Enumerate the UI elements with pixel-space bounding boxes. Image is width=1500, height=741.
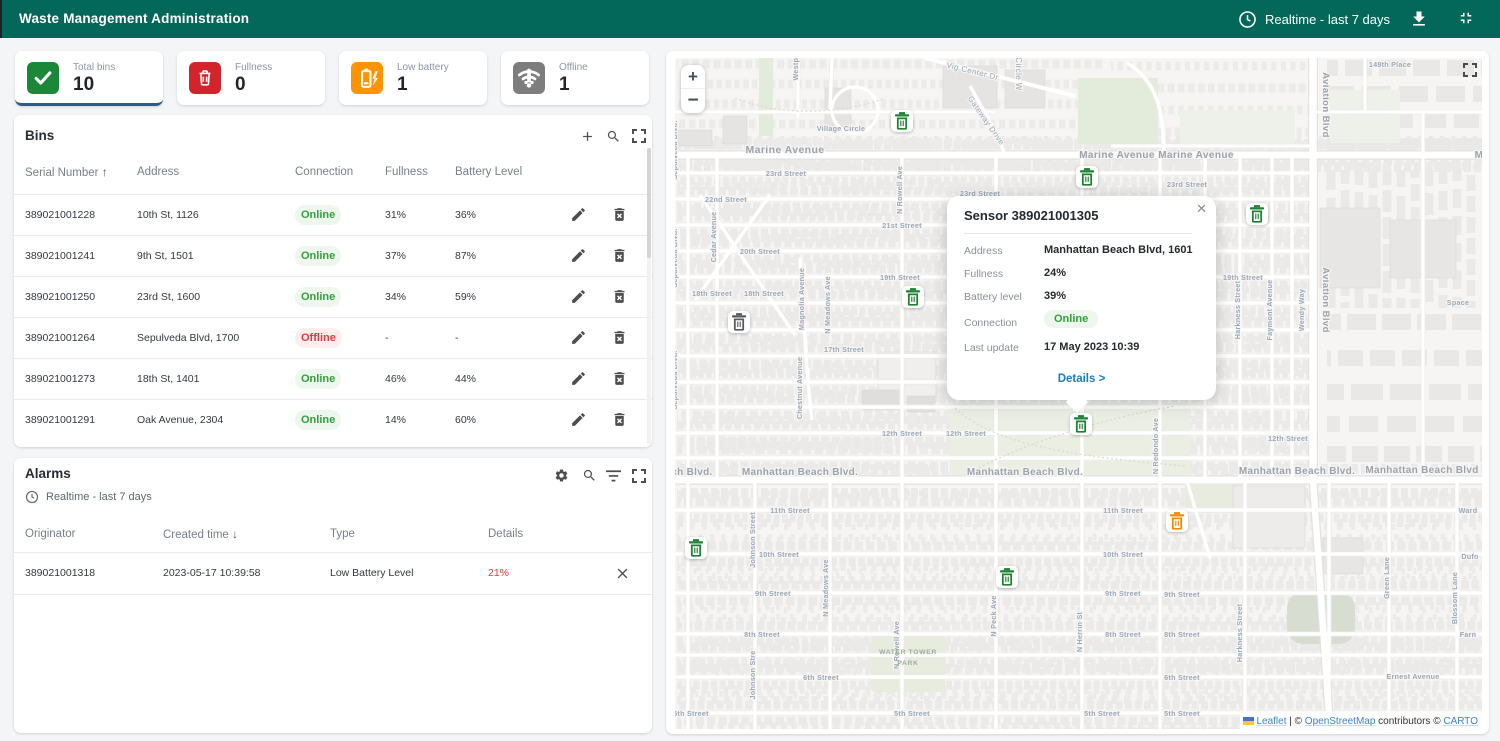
svg-text:N Herrin St: N Herrin St [1075,612,1084,653]
svg-text:12th Street: 12th Street [1268,434,1308,443]
svg-text:Space: Space [1447,298,1469,307]
svg-text:20th Street: 20th Street [740,247,780,256]
svg-text:6th Street: 6th Street [1164,673,1200,682]
svg-text:6th Street: 6th Street [803,673,839,682]
svg-text:8th Street: 8th Street [1105,630,1141,639]
svg-text:8th Street: 8th Street [744,630,780,639]
svg-text:N Peck Ave: N Peck Ave [989,595,998,636]
svg-text:12th Street: 12th Street [882,429,922,438]
svg-text:Farn: Farn [1460,630,1477,639]
svg-text:9th Street: 9th Street [1164,590,1200,599]
svg-text:Marine Avenue: Marine Avenue [745,144,824,156]
svg-text:149th Place: 149th Place [1369,60,1411,69]
svg-text:10th Street: 10th Street [1103,550,1143,559]
svg-text:Manhattan Beach Blvd.: Manhattan Beach Blvd. [967,467,1083,478]
svg-text:5th Street: 5th Street [1164,709,1200,718]
svg-text:Dufo: Dufo [1461,552,1479,561]
svg-text:Manhattan Beach Blvd.: Manhattan Beach Blvd. [1239,466,1355,477]
svg-text:17th Street: 17th Street [824,345,864,354]
svg-text:Manhattan Beach Blvd.: Manhattan Beach Blvd. [742,467,858,478]
svg-text:Circle W: Circle W [1014,58,1023,91]
svg-text:Harkness Street: Harkness Street [1235,603,1244,662]
svg-text:Ward: Ward [1459,506,1478,515]
svg-text:Ernest Avenue: Ernest Avenue [1386,672,1439,681]
svg-text:Sepulveda Blvd.: Sepulveda Blvd. [675,120,679,179]
svg-text:Wendy Way: Wendy Way [1297,289,1306,331]
svg-text:11th Street: 11th Street [770,506,810,515]
svg-text:18th Street: 18th Street [692,289,732,298]
svg-text:9th Street: 9th Street [755,589,791,598]
svg-text:Aviation Blvd: Aviation Blvd [1320,72,1331,138]
svg-text:Johnson Stre: Johnson Stre [748,651,757,700]
svg-text:Marine Avenue: Marine Avenue [1079,150,1155,161]
svg-text:Village Circle: Village Circle [817,124,866,133]
svg-text:Harkness Street: Harkness Street [1233,280,1242,339]
svg-text:Magnolia Avenue: Magnolia Avenue [797,268,806,330]
svg-text:Manhattan Beach Blvd: Manhattan Beach Blvd [1365,465,1478,476]
svg-text:11th Street: 11th Street [1103,506,1143,515]
svg-text:ach Blvd.: ach Blvd. [675,467,713,478]
svg-text:WATER TOWER: WATER TOWER [879,649,937,656]
svg-text:N Meadows Ave: N Meadows Ave [823,276,832,333]
svg-text:N Meadows Ave: N Meadows Ave [821,559,830,616]
svg-text:Marine Avenue: Marine Avenue [1158,150,1234,161]
svg-text:Chestnut Avenue: Chestnut Avenue [795,357,804,419]
svg-text:Westport: Westport [791,58,800,81]
svg-text:Aviation Blvd: Aviation Blvd [1320,267,1331,333]
svg-text:Sepulveda Blvd.: Sepulveda Blvd. [675,350,679,409]
svg-text:21st Street: 21st Street [882,221,922,230]
svg-text:5th Street: 5th Street [675,709,709,718]
svg-text:Marine: Marine [1475,150,1482,161]
svg-text:N Redondo Ave: N Redondo Ave [1151,418,1160,474]
svg-text:18th Street: 18th Street [744,289,784,298]
svg-text:19th Street: 19th Street [880,273,920,282]
svg-text:5th Street: 5th Street [1084,709,1120,718]
svg-text:Green Lane: Green Lane [1382,557,1391,599]
svg-text:Blossom Lane: Blossom Lane [1450,572,1459,624]
svg-text:Cedar Avenue: Cedar Avenue [709,212,718,263]
svg-text:Faymont Avenue: Faymont Avenue [1265,280,1274,341]
svg-text:N Rowell Ave: N Rowell Ave [895,166,904,214]
svg-text:9th Street: 9th Street [1105,589,1141,598]
svg-text:5th Street: 5th Street [894,709,930,718]
svg-text:23rd Street: 23rd Street [766,169,807,178]
svg-text:10th Street: 10th Street [759,550,799,559]
svg-text:12th Street: 12th Street [946,429,986,438]
svg-text:PARK: PARK [897,660,918,667]
svg-text:22nd Street: 22nd Street [705,195,747,204]
svg-text:23rd Street: 23rd Street [1167,180,1208,189]
svg-text:Sepulveda Blvd.: Sepulveda Blvd. [675,228,679,287]
svg-text:19th Street: 19th Street [1223,273,1263,282]
svg-text:Johnson Street: Johnson Street [748,512,757,568]
svg-text:8th Street: 8th Street [1164,630,1200,639]
